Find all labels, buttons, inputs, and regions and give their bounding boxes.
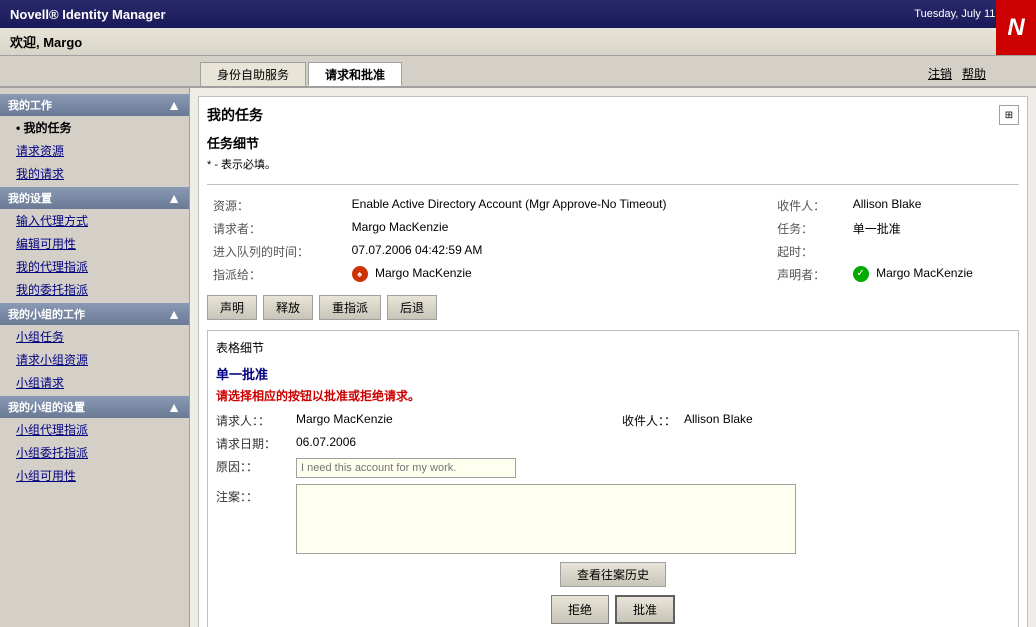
required-note: * - 表示必填。 [207,156,1019,172]
nav-right-links: 注销 帮助 [928,65,986,82]
sidebar-section-my-work: 我的工作 ▲ [0,94,189,116]
single-approval-instruction: 请选择相应的按钮以批准或拒绝请求。 [216,387,1010,404]
welcome-bar: 欢迎, Margo [0,28,1036,56]
main-layout: 我的工作 ▲ 我的任务 请求资源 我的请求 我的设置 ▲ 输入代理方式 编辑可用… [0,88,1036,627]
check-icon: ✓ [853,266,869,282]
sidebar-section-my-group-work: 我的小组的工作 ▲ [0,303,189,325]
task-label: 任务： [773,218,847,239]
sidebar-section-my-settings: 我的设置 ▲ [0,187,189,209]
sidebar-item-group-availability[interactable]: 小组可用性 [0,464,189,487]
form-table-section: 表格细节 单一批准 请选择相应的按钮以批准或拒绝请求。 请求人：： Margo … [207,330,1019,627]
queue-time-label: 进入队列的时间： [209,241,346,262]
logout-link[interactable]: 注销 [928,65,952,82]
declarer-label: 声明者： [773,264,847,285]
assignee-icon: ♠ [352,266,368,282]
requester-label: 请求者： [209,218,346,239]
tab-requests-approvals[interactable]: 请求和批准 [308,62,402,86]
due-time-label: 起时： [773,241,847,262]
form-requester-value: Margo MacKenzie [296,412,622,429]
recipient-label: 收件人： [773,195,847,216]
reason-input[interactable] [296,458,516,478]
declare-button[interactable]: 声明 [207,295,257,320]
collapse-my-settings[interactable]: ▲ [167,190,181,206]
divider-1 [207,184,1019,185]
sidebar-item-my-tasks[interactable]: 我的任务 [0,116,189,139]
recipient-value: Allison Blake [849,195,1017,216]
assigned-to-value: ♠ Margo MacKenzie [348,264,747,285]
declarer-value: ✓ Margo MacKenzie [849,264,1017,285]
sidebar-item-group-proxy[interactable]: 小组委托指派 [0,441,189,464]
collapse-my-group-work[interactable]: ▲ [167,306,181,322]
notes-textarea[interactable] [296,484,796,554]
withdraw-button[interactable]: 后退 [387,295,437,320]
due-time-value [849,241,1017,262]
assigned-to-label: 指派给： [209,264,346,285]
sidebar-item-request-group-resources[interactable]: 请求小组资源 [0,348,189,371]
app-logo: Novell® Identity Manager [10,7,166,22]
sidebar-item-my-requests[interactable]: 我的请求 [0,162,189,185]
my-tasks-panel: 我的任务 ⊞ 任务细节 * - 表示必填。 资源： Enable Active … [198,96,1028,627]
form-notes-label: 注案：： [216,484,296,505]
resource-label: 资源： [209,195,346,216]
form-notes-row: 注案：： [216,484,1010,554]
form-requester-label: 请求人：： [216,412,296,429]
task-detail-title: 任务细节 [207,133,1019,152]
reassign-button[interactable]: 重指派 [319,295,381,320]
sidebar-item-my-delegate[interactable]: 我的代理指派 [0,255,189,278]
task-value: 单一批准 [849,218,1017,239]
action-buttons: 声明 释放 重指派 后退 [207,295,1019,320]
form-date-value: 06.07.2006 [296,435,1010,452]
sidebar-item-edit-availability[interactable]: 编辑可用性 [0,232,189,255]
approve-button[interactable]: 批准 [615,595,675,624]
my-tasks-icon: ⊞ [999,105,1019,125]
welcome-text: 欢迎, Margo [10,32,82,51]
bottom-buttons: 拒绝 批准 [216,595,1010,624]
sidebar-item-proxy-mode[interactable]: 输入代理方式 [0,209,189,232]
requester-value: Margo MacKenzie [348,218,747,239]
form-reason-row: 原因：： [216,458,1010,478]
resource-value: Enable Active Directory Account (Mgr App… [348,195,771,216]
header-bar: Novell® Identity Manager Tuesday, July 1… [0,0,1036,28]
view-history-button[interactable]: 查看往案历史 [560,562,666,587]
sidebar: 我的工作 ▲ 我的任务 请求资源 我的请求 我的设置 ▲ 输入代理方式 编辑可用… [0,88,190,627]
collapse-my-group-settings[interactable]: ▲ [167,399,181,415]
novell-n-logo: N [996,0,1036,55]
form-recipient-label: 收件人：： [622,412,676,429]
nav-area: 身份自助服务 请求和批准 注销 帮助 [0,56,1036,88]
single-approval-title: 单一批准 [216,364,1010,383]
sidebar-section-my-group-settings: 我的小组的设置 ▲ [0,396,189,418]
form-recipient-value: Allison Blake [684,412,1010,429]
sidebar-item-my-proxy[interactable]: 我的委托指派 [0,278,189,301]
form-date-row: 请求日期： 06.07.2006 [216,435,1010,452]
content-area: 我的任务 ⊞ 任务细节 * - 表示必填。 资源： Enable Active … [190,88,1036,627]
app-title: Novell® Identity Manager [10,7,166,22]
help-link[interactable]: 帮助 [962,65,986,82]
sidebar-item-request-resources[interactable]: 请求资源 [0,139,189,162]
collapse-my-work[interactable]: ▲ [167,97,181,113]
my-tasks-title: 我的任务 [207,105,263,125]
form-reason-label: 原因：： [216,458,296,478]
release-button[interactable]: 释放 [263,295,313,320]
form-date-label: 请求日期： [216,435,296,452]
sidebar-item-group-tasks[interactable]: 小组任务 [0,325,189,348]
my-tasks-header: 我的任务 ⊞ [207,105,1019,125]
queue-time-value: 07.07.2006 04:42:59 AM [348,241,747,262]
reject-button[interactable]: 拒绝 [551,595,609,624]
task-info-table: 资源： Enable Active Directory Account (Mgr… [207,193,1019,287]
form-table-title: 表格细节 [216,339,1010,356]
form-requester-row: 请求人：： Margo MacKenzie 收件人：： Allison Blak… [216,412,1010,429]
sidebar-item-group-delegate[interactable]: 小组代理指派 [0,418,189,441]
sidebar-item-group-requests[interactable]: 小组请求 [0,371,189,394]
tab-self-service[interactable]: 身份自助服务 [200,62,306,86]
